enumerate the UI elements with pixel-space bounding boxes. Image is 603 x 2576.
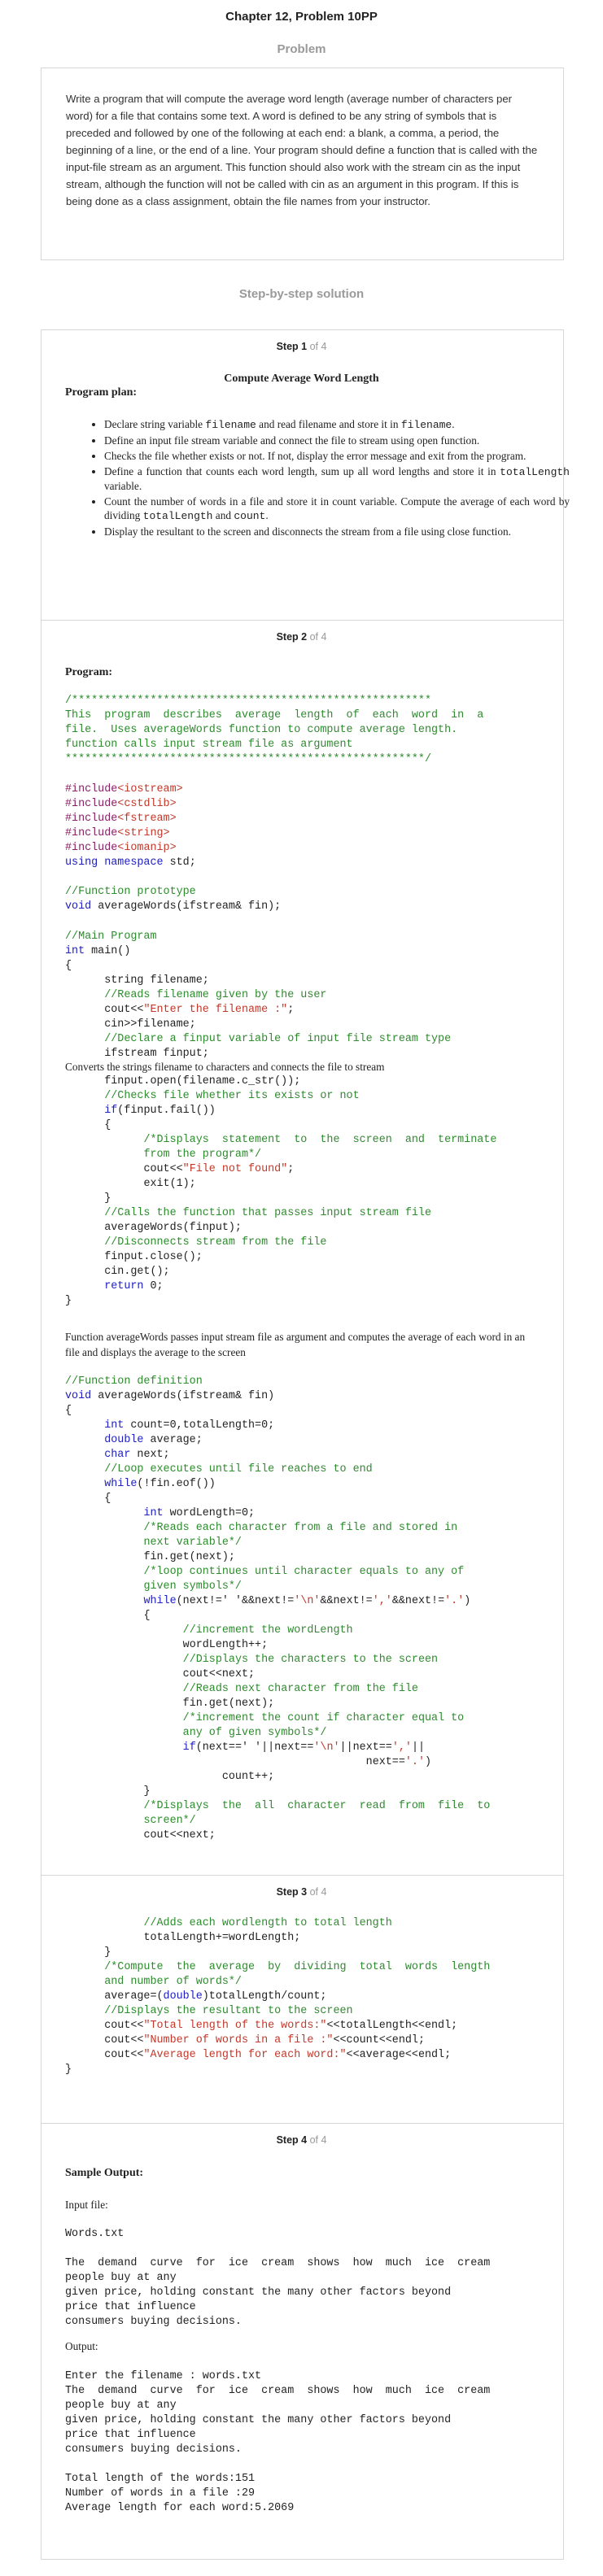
plan-list: Declare string variable filename and rea… [75,417,570,540]
step-3-code: //Adds each wordlength to total length t… [65,1917,491,2076]
input-file-name: Words.txt [65,2228,125,2240]
main-block: //Main Program int main() { string filen… [65,931,452,1060]
steps-bottom-border [41,2559,564,2560]
program-output: Enter the filename : words.txt The deman… [65,2370,491,2514]
program-label: Program: [65,666,113,678]
plan-item: Define a function that counts each word … [104,464,570,493]
step-2-header: Step 2 of 4 [276,631,327,643]
step-4-header: Step 4 of 4 [276,2134,327,2146]
input-file-label: Input file: [65,2199,108,2211]
problem-card: Write a program that will compute the av… [41,68,564,260]
converts-note: Converts the strings filename to charact… [65,1061,385,1073]
function-note: Function averageWords passes input strea… [65,1331,526,1358]
problem-text: Write a program that will compute the av… [66,93,538,207]
main-block-b: finput.open(filename.c_str()); //Checks … [65,1075,497,1307]
problem-label: Problem [277,42,326,56]
sample-output-label: Sample Output: [65,2167,144,2179]
plan-item: Define an input file stream variable and… [104,434,570,447]
step-1-header: Step 1 of 4 [276,341,327,352]
include-block: #include<iostream> #include<cstdlib> #in… [65,783,196,869]
step-1-divider [41,620,564,621]
plan-label: Program plan: [65,386,138,399]
solution-label: Step-by-step solution [238,287,365,301]
page-title: Chapter 12, Problem 10PP [225,10,378,24]
step-3-header: Step 3 of 4 [276,1886,327,1898]
prototype-block: //Function prototype void averageWords(i… [65,886,282,913]
input-file-contents: The demand curve for ice cream shows how… [65,2257,491,2328]
output-label: Output: [65,2340,98,2352]
plan-item: Count the number of words in a file and … [104,495,570,523]
plan-item: Display the resultant to the screen and … [104,525,570,538]
plan-item: Checks the file whether exists or not. I… [104,449,570,463]
plan-item: Declare string variable filename and rea… [104,417,570,432]
step-2-divider [41,1875,564,1876]
header-comment: /***************************************… [65,695,484,765]
definition-block: //Function definition void averageWords(… [65,1375,491,1842]
step-1-heading: Compute Average Word Length [224,373,379,385]
steps-top-border [41,329,564,330]
step-3-divider [41,2123,564,2124]
